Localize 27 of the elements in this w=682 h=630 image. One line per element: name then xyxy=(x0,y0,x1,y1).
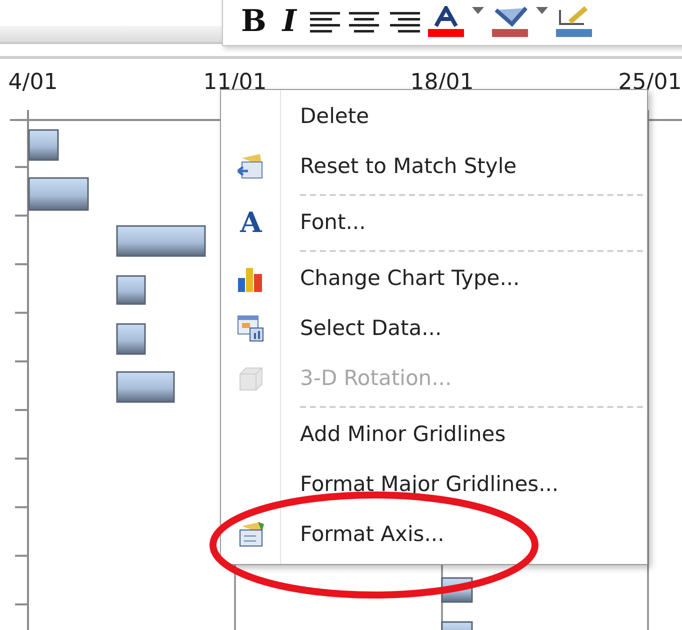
menu-item[interactable]: Change Chart Type... xyxy=(221,254,647,304)
menu-item[interactable]: Select Data... xyxy=(221,304,647,354)
italic-button[interactable]: I xyxy=(278,4,300,40)
gantt-bar xyxy=(116,323,146,355)
font-color-icon[interactable] xyxy=(428,6,464,38)
fill-color-icon[interactable] xyxy=(492,6,528,38)
gantt-bar xyxy=(28,177,89,211)
dropdown-arrow-icon[interactable] xyxy=(472,7,484,15)
axis-label: 18/01 xyxy=(410,70,474,95)
menu-item[interactable]: Add Minor Gridlines xyxy=(221,410,647,460)
axis-label: 11/01 xyxy=(203,70,267,95)
axis-label: 4/01 xyxy=(8,70,58,95)
menu-item[interactable]: Format Axis... xyxy=(221,510,647,560)
font-icon: A xyxy=(240,209,262,237)
menu-item[interactable]: Format Major Gridlines... xyxy=(221,460,647,510)
gantt-bar xyxy=(441,621,473,630)
table-chart-icon xyxy=(236,314,266,344)
line-color-icon[interactable] xyxy=(556,6,592,38)
menu-item[interactable]: Delete xyxy=(221,92,647,142)
menu-item[interactable]: Reset to Match Style xyxy=(221,142,647,192)
gantt-bar xyxy=(28,129,59,161)
gantt-bar xyxy=(116,275,146,305)
axis-label: 25/01 xyxy=(618,70,682,95)
menu-item[interactable]: A Font... xyxy=(221,198,647,248)
dropdown-arrow-icon[interactable] xyxy=(536,7,548,15)
gantt-bar xyxy=(116,371,175,403)
bold-button[interactable]: B xyxy=(237,4,270,40)
